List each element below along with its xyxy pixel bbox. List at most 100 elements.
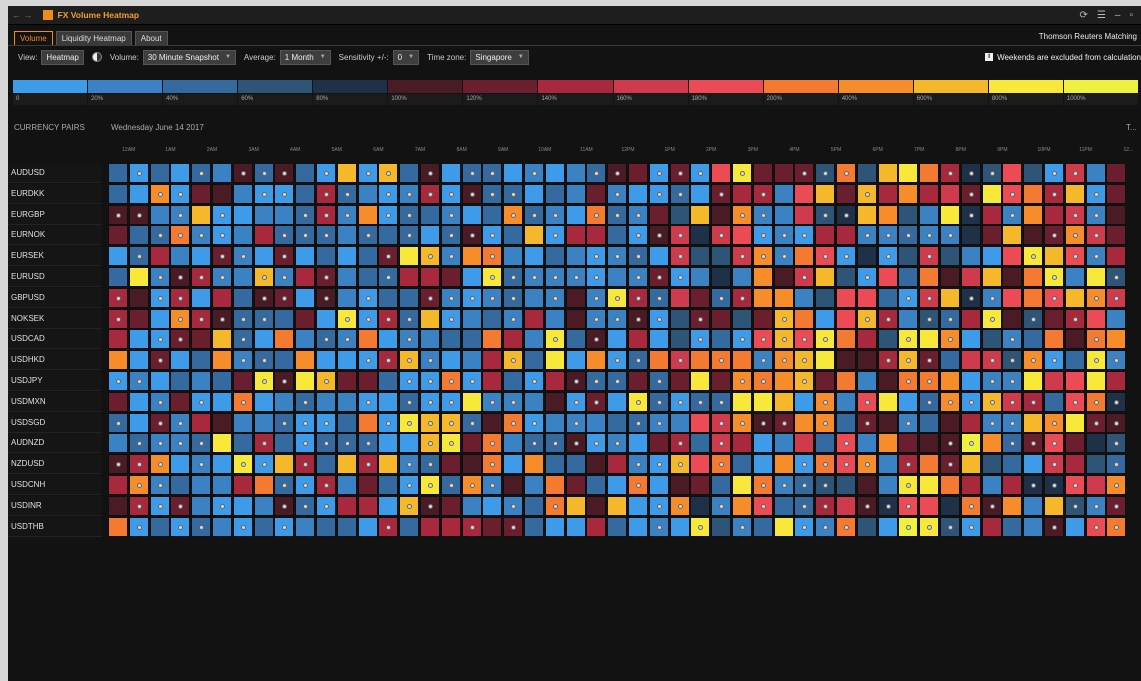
- heatmap-cell[interactable]: [149, 225, 170, 246]
- heatmap-cell[interactable]: [336, 246, 357, 267]
- heatmap-cell[interactable]: [191, 350, 212, 371]
- heatmap-cell[interactable]: [919, 329, 940, 350]
- heatmap-cell[interactable]: [648, 516, 669, 537]
- heatmap-cell[interactable]: [919, 163, 940, 183]
- currency-pair-label[interactable]: EURUSD: [8, 267, 102, 287]
- heatmap-cell[interactable]: [877, 412, 898, 433]
- heatmap-cell[interactable]: [1106, 225, 1127, 246]
- heatmap-cell[interactable]: [420, 246, 440, 267]
- heatmap-cell[interactable]: [1023, 308, 1044, 329]
- heatmap-cell[interactable]: [628, 267, 648, 287]
- heatmap-cell[interactable]: [669, 267, 690, 287]
- heatmap-cell[interactable]: [170, 371, 191, 391]
- heatmap-cell[interactable]: [461, 329, 482, 350]
- heatmap-cell[interactable]: [669, 287, 690, 308]
- heatmap-cell[interactable]: [690, 412, 711, 433]
- heatmap-cell[interactable]: [1064, 475, 1085, 495]
- heatmap-cell[interactable]: [524, 308, 544, 329]
- heatmap-cell[interactable]: [191, 225, 212, 246]
- heatmap-cell[interactable]: [108, 454, 128, 475]
- heatmap-cell[interactable]: [399, 246, 420, 267]
- heatmap-cell[interactable]: [565, 183, 586, 204]
- heatmap-cell[interactable]: [919, 225, 940, 246]
- heatmap-cell[interactable]: [607, 371, 628, 391]
- heatmap-cell[interactable]: [170, 412, 191, 433]
- heatmap-cell[interactable]: [648, 412, 669, 433]
- heatmap-cell[interactable]: [212, 246, 232, 267]
- heatmap-cell[interactable]: [628, 475, 648, 495]
- heatmap-cell[interactable]: [524, 287, 544, 308]
- heatmap-cell[interactable]: [316, 412, 336, 433]
- heatmap-cell[interactable]: [149, 412, 170, 433]
- heatmap-cell[interactable]: [919, 433, 940, 454]
- heatmap-cell[interactable]: [586, 329, 607, 350]
- heatmap-cell[interactable]: [836, 475, 856, 495]
- heatmap-cell[interactable]: [815, 412, 836, 433]
- heatmap-cell[interactable]: [212, 433, 232, 454]
- heatmap-cell[interactable]: [191, 246, 212, 267]
- heatmap-cell[interactable]: [232, 225, 253, 246]
- heatmap-cell[interactable]: [544, 225, 565, 246]
- heatmap-cell[interactable]: [1106, 391, 1127, 412]
- heatmap-cell[interactable]: [461, 475, 482, 495]
- heatmap-cell[interactable]: [648, 246, 669, 267]
- heatmap-cell[interactable]: [420, 475, 440, 495]
- heatmap-cell[interactable]: [981, 433, 1002, 454]
- heatmap-cell[interactable]: [565, 350, 586, 371]
- heatmap-cell[interactable]: [1085, 433, 1106, 454]
- heatmap-cell[interactable]: [232, 391, 253, 412]
- heatmap-cell[interactable]: [752, 267, 773, 287]
- heatmap-cell[interactable]: [274, 391, 295, 412]
- heatmap-cell[interactable]: [420, 412, 440, 433]
- heatmap-cell[interactable]: [1002, 454, 1023, 475]
- heatmap-cell[interactable]: [191, 371, 212, 391]
- heatmap-cell[interactable]: [461, 495, 482, 516]
- heatmap-cell[interactable]: [648, 204, 669, 225]
- heatmap-cell[interactable]: [877, 183, 898, 204]
- heatmap-cell[interactable]: [773, 433, 794, 454]
- minimize-icon[interactable]: –: [1115, 10, 1121, 21]
- heatmap-cell[interactable]: [420, 163, 440, 183]
- heatmap-cell[interactable]: [108, 308, 128, 329]
- heatmap-cell[interactable]: [108, 371, 128, 391]
- heatmap-cell[interactable]: [440, 163, 461, 183]
- heatmap-cell[interactable]: [295, 308, 316, 329]
- heatmap-cell[interactable]: [856, 475, 877, 495]
- heatmap-cell[interactable]: [981, 495, 1002, 516]
- heatmap-cell[interactable]: [836, 225, 856, 246]
- heatmap-cell[interactable]: [232, 371, 253, 391]
- heatmap-cell[interactable]: [295, 475, 316, 495]
- heatmap-cell[interactable]: [357, 475, 378, 495]
- heatmap-cell[interactable]: [128, 183, 149, 204]
- heatmap-cell[interactable]: [940, 350, 960, 371]
- heatmap-cell[interactable]: [399, 267, 420, 287]
- heatmap-cell[interactable]: [482, 267, 503, 287]
- heatmap-cell[interactable]: [836, 412, 856, 433]
- heatmap-cell[interactable]: [440, 475, 461, 495]
- heatmap-cell[interactable]: [773, 391, 794, 412]
- heatmap-cell[interactable]: [607, 475, 628, 495]
- heatmap-cell[interactable]: [420, 391, 440, 412]
- heatmap-cell[interactable]: [420, 350, 440, 371]
- heatmap-cell[interactable]: [836, 308, 856, 329]
- heatmap-cell[interactable]: [503, 412, 524, 433]
- heatmap-cell[interactable]: [482, 246, 503, 267]
- heatmap-cell[interactable]: [836, 371, 856, 391]
- heatmap-cell[interactable]: [628, 454, 648, 475]
- heatmap-cell[interactable]: [794, 204, 815, 225]
- heatmap-cell[interactable]: [856, 267, 877, 287]
- heatmap-cell[interactable]: [524, 433, 544, 454]
- heatmap-cell[interactable]: [794, 308, 815, 329]
- heatmap-cell[interactable]: [690, 350, 711, 371]
- heatmap-cell[interactable]: [648, 329, 669, 350]
- heatmap-cell[interactable]: [295, 246, 316, 267]
- heatmap-cell[interactable]: [316, 371, 336, 391]
- heatmap-cell[interactable]: [940, 308, 960, 329]
- heatmap-cell[interactable]: [1002, 329, 1023, 350]
- heatmap-cell[interactable]: [440, 412, 461, 433]
- heatmap-cell[interactable]: [253, 433, 274, 454]
- back-forward-arrows[interactable]: ← →: [12, 10, 33, 20]
- heatmap-cell[interactable]: [316, 308, 336, 329]
- heatmap-cell[interactable]: [274, 163, 295, 183]
- heatmap-cell[interactable]: [877, 163, 898, 183]
